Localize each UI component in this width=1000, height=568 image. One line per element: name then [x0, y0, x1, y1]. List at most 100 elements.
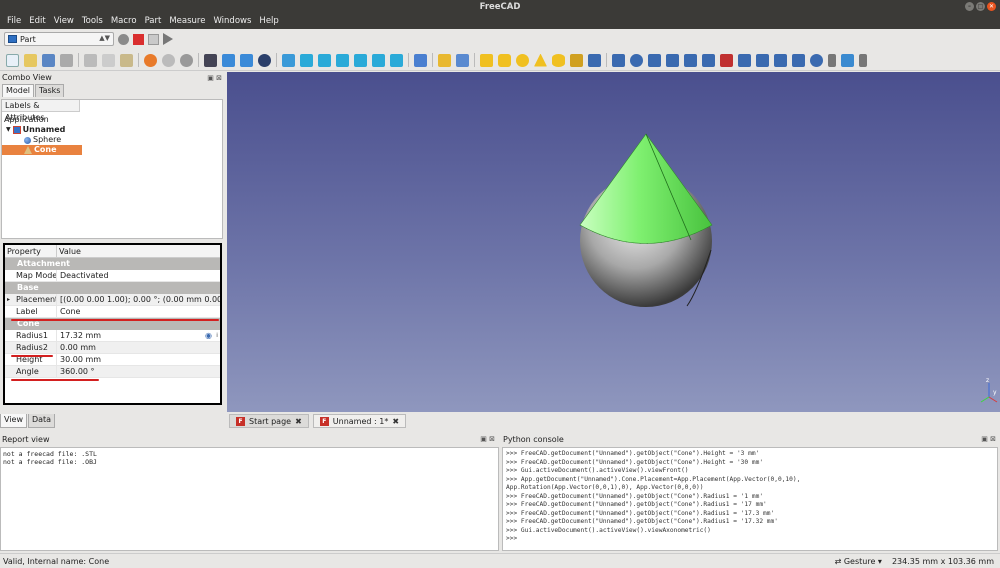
- view-left-icon[interactable]: [390, 53, 403, 67]
- menu-edit[interactable]: Edit: [25, 14, 49, 29]
- view-bottom-icon[interactable]: [372, 53, 385, 67]
- property-row-radius1[interactable]: Radius1 17.32 mm ◉ ⁞: [5, 330, 220, 342]
- property-value[interactable]: 0.00 mm: [57, 342, 220, 353]
- revolve-icon[interactable]: [630, 53, 643, 67]
- workbench-selector[interactable]: Part ▲▼: [4, 32, 114, 46]
- property-value[interactable]: [(0.00 0.00 1.00); 0.00 °; (0.00 mm 0.00…: [57, 294, 220, 305]
- property-row-map-mode[interactable]: Map Mode Deactivated: [5, 270, 220, 282]
- whats-this-icon[interactable]: [204, 53, 217, 67]
- fit-selection-icon[interactable]: [240, 53, 253, 67]
- view-rear-icon[interactable]: [354, 53, 367, 67]
- chamfer-icon[interactable]: [684, 53, 697, 67]
- tab-unnamed[interactable]: F Unnamed : 1* ✖: [312, 414, 407, 428]
- python-console-output[interactable]: >>> FreeCAD.getDocument("Unnamed").getOb…: [502, 447, 998, 551]
- overflow-chevron-icon[interactable]: [859, 53, 867, 67]
- undo-icon[interactable]: [144, 53, 157, 67]
- tree-document-unnamed[interactable]: ▼ Unnamed: [2, 125, 222, 135]
- paste-icon[interactable]: [120, 53, 133, 67]
- macro-stop-icon[interactable]: [133, 33, 144, 45]
- offset-icon[interactable]: [792, 53, 805, 67]
- measure-distance-icon[interactable]: [414, 53, 427, 67]
- panel-float-close-icon[interactable]: ▣ ⊠: [207, 72, 222, 84]
- menu-part[interactable]: Part: [141, 14, 166, 29]
- property-value[interactable]: Deactivated: [57, 270, 220, 281]
- tab-tasks[interactable]: Tasks: [35, 84, 65, 97]
- console-prompt[interactable]: >>>: [506, 535, 994, 544]
- copy-icon[interactable]: [102, 53, 115, 67]
- tree-item-sphere[interactable]: Sphere: [2, 135, 222, 145]
- tab-model[interactable]: Model: [2, 84, 35, 97]
- menu-view[interactable]: View: [50, 14, 78, 29]
- property-row-label[interactable]: Label Cone: [5, 306, 220, 318]
- maximize-button[interactable]: □: [976, 2, 985, 11]
- 3d-viewport[interactable]: z y: [227, 72, 1000, 412]
- shape-builder-icon[interactable]: [588, 53, 601, 67]
- property-row-angle[interactable]: Angle 360.00 °: [5, 366, 220, 378]
- navigation-style-button[interactable]: ⇄ Gesture ▾: [835, 554, 882, 568]
- tab-view[interactable]: View: [0, 414, 27, 428]
- new-document-icon[interactable]: [6, 53, 19, 67]
- thickness-icon[interactable]: [810, 53, 823, 67]
- group-attachment[interactable]: Attachment: [5, 258, 220, 270]
- overflow-chevron-icon[interactable]: [828, 53, 836, 67]
- refresh-icon[interactable]: [180, 53, 193, 67]
- open-icon[interactable]: [24, 53, 37, 67]
- tree-root-application[interactable]: Application: [2, 115, 222, 125]
- labels-attributes-header[interactable]: Labels & Attributes: [2, 100, 80, 122]
- expand-arrow-icon[interactable]: ▸: [7, 294, 10, 306]
- create-group-icon[interactable]: [456, 53, 469, 67]
- property-value[interactable]: Cone: [57, 306, 220, 317]
- fit-all-icon[interactable]: [222, 53, 235, 67]
- close-button[interactable]: ✕: [987, 2, 996, 11]
- sphere-icon[interactable]: [516, 53, 529, 67]
- cylinder-icon[interactable]: [498, 53, 511, 67]
- minimize-button[interactable]: –: [965, 2, 974, 11]
- macro-record-icon[interactable]: [118, 33, 129, 45]
- close-tab-icon[interactable]: ✖: [392, 417, 399, 426]
- property-value[interactable]: 30.00 mm: [57, 354, 220, 365]
- view-axonometric-icon[interactable]: [282, 53, 295, 67]
- cone-icon[interactable]: [534, 53, 547, 67]
- property-column-header[interactable]: Property: [5, 245, 57, 257]
- draw-style-icon[interactable]: [258, 53, 271, 67]
- mirror-icon[interactable]: [648, 53, 661, 67]
- property-row-radius2[interactable]: Radius2 0.00 mm: [5, 342, 220, 354]
- view-top-icon[interactable]: [318, 53, 331, 67]
- primitives-icon[interactable]: [570, 53, 583, 67]
- menu-measure[interactable]: Measure: [165, 14, 209, 29]
- print-icon[interactable]: [60, 53, 73, 67]
- expression-icon[interactable]: ◉: [205, 330, 212, 342]
- macro-edit-icon[interactable]: [148, 33, 159, 45]
- property-value[interactable]: 360.00 °: [57, 366, 220, 377]
- menu-tools[interactable]: Tools: [78, 14, 107, 29]
- property-value[interactable]: 17.32 mm: [57, 330, 220, 341]
- view-front-icon[interactable]: [300, 53, 313, 67]
- ruled-surface-icon[interactable]: [720, 53, 733, 67]
- property-row-placement[interactable]: ▸ Placement [(0.00 0.00 1.00); 0.00 °; (…: [5, 294, 220, 306]
- save-icon[interactable]: [42, 53, 55, 67]
- close-tab-icon[interactable]: ✖: [295, 417, 302, 426]
- expand-arrow-icon[interactable]: ▼: [6, 125, 11, 135]
- report-output[interactable]: not a freecad file: .STL not a freecad f…: [0, 447, 499, 551]
- panel-float-close-icon[interactable]: ▣ ⊠: [480, 433, 495, 446]
- spin-arrows-icon[interactable]: ⁞: [216, 330, 218, 342]
- cut-icon[interactable]: [84, 53, 97, 67]
- create-part-icon[interactable]: [438, 53, 451, 67]
- group-base[interactable]: Base: [5, 282, 220, 294]
- macro-play-icon[interactable]: [163, 33, 173, 45]
- panel-float-close-icon[interactable]: ▣ ⊠: [981, 433, 996, 446]
- tab-data[interactable]: Data: [27, 414, 56, 428]
- cone-shape[interactable]: [579, 133, 713, 244]
- extrude-icon[interactable]: [612, 53, 625, 67]
- tab-start-page[interactable]: F Start page ✖: [229, 414, 309, 428]
- fillet-icon[interactable]: [666, 53, 679, 67]
- make-face-icon[interactable]: [702, 53, 715, 67]
- cube-icon[interactable]: [480, 53, 493, 67]
- menu-macro[interactable]: Macro: [107, 14, 141, 29]
- redo-icon[interactable]: [162, 53, 175, 67]
- 3d-scene[interactable]: z y: [227, 72, 1000, 412]
- section-icon[interactable]: [774, 53, 787, 67]
- tree-item-cone[interactable]: Cone: [2, 145, 82, 155]
- torus-icon[interactable]: [552, 53, 565, 67]
- menu-windows[interactable]: Windows: [209, 14, 255, 29]
